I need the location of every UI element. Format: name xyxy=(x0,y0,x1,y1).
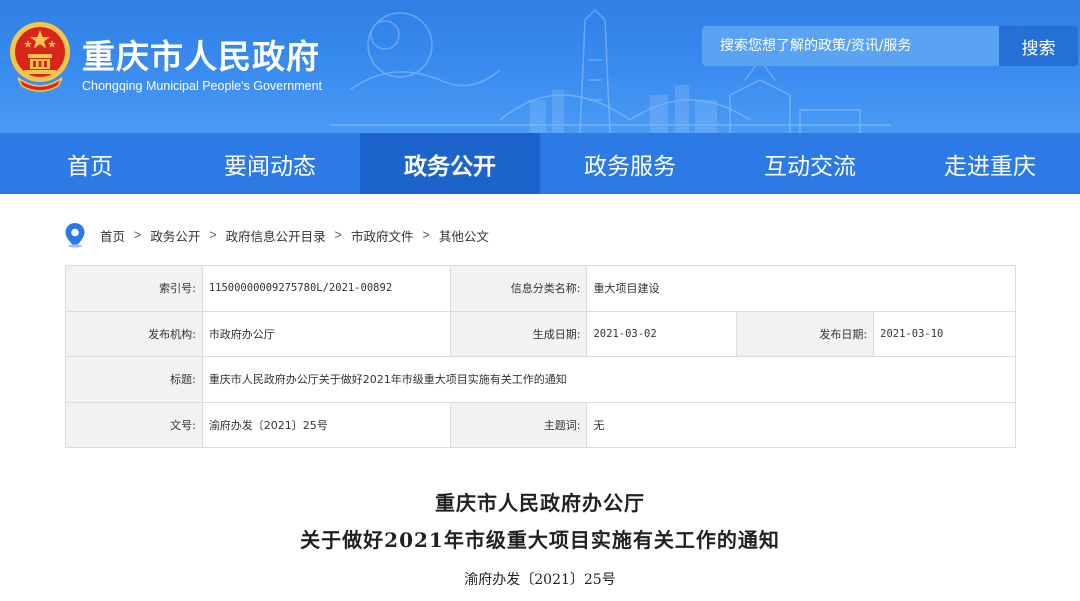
site-title: 重庆市人民政府 xyxy=(82,37,320,76)
document-number-value: 渝府办发〔2021〕25号 xyxy=(201,401,451,449)
table-row: 标题: 重庆市人民政府办公厅关于做好2021年市级重大项目实施有关工作的通知 xyxy=(65,356,1017,403)
breadcrumb-separator: > xyxy=(134,228,142,242)
document-info-table: 索引号: 11500000009275780L/2021-00892 信息分类名… xyxy=(65,265,1017,449)
title-label: 标题: xyxy=(65,356,203,403)
generated-date-value: 2021-03-02 xyxy=(586,310,738,358)
published-date-label: 发布日期: xyxy=(736,310,875,358)
nav-item-government-affairs[interactable]: 政务公开 xyxy=(360,133,540,194)
document-title: 关于做好2021年市级重大项目实施有关工作的通知 xyxy=(300,528,780,552)
document-number: 渝府办发〔2021〕25号 xyxy=(464,572,616,588)
breadcrumb: 首页 > 政务公开 > 政府信息公开目录 > 市政府文件 > 其他公文 xyxy=(64,222,489,248)
generated-date-label: 生成日期: xyxy=(449,310,588,358)
publisher-value: 市政府办公厅 xyxy=(201,310,451,358)
index-label: 索引号: xyxy=(65,265,203,312)
document-issuer: 重庆市人民政府办公厅 xyxy=(435,491,645,515)
category-label: 信息分类名称: xyxy=(449,265,588,312)
breadcrumb-separator: > xyxy=(209,228,217,242)
nav-item-about-chongqing[interactable]: 走进重庆 xyxy=(900,133,1080,194)
breadcrumb-separator: > xyxy=(334,228,342,242)
keyword-value: 无 xyxy=(586,401,1016,449)
national-emblem-icon xyxy=(10,22,70,92)
breadcrumb-other-documents[interactable]: 其他公文 xyxy=(439,226,489,245)
table-row: 索引号: 11500000009275780L/2021-00892 信息分类名… xyxy=(65,265,1016,312)
document-heading: 重庆市人民政府办公厅 关于做好2021年市级重大项目实施有关工作的通知 渝府办发… xyxy=(0,486,1080,596)
main-nav: 首页 要闻动态 政务公开 政务服务 互动交流 走进重庆 xyxy=(0,133,1080,194)
search-button[interactable]: 搜索 xyxy=(999,26,1078,66)
nav-item-services[interactable]: 政务服务 xyxy=(540,133,720,194)
category-value: 重大项目建设 xyxy=(586,265,1016,312)
breadcrumb-info-catalog[interactable]: 政府信息公开目录 xyxy=(226,226,326,245)
index-value: 11500000009275780L/2021-00892 xyxy=(201,265,451,312)
nav-item-interaction[interactable]: 互动交流 xyxy=(720,133,900,194)
nav-item-home[interactable]: 首页 xyxy=(0,133,180,194)
publisher-label: 发布机构: xyxy=(65,310,203,358)
document-number-label: 文号: xyxy=(65,401,203,449)
location-pin-icon xyxy=(65,223,85,248)
nav-item-news[interactable]: 要闻动态 xyxy=(180,133,360,194)
search-input[interactable] xyxy=(702,26,999,66)
table-row: 文号: 渝府办发〔2021〕25号 主题词: 无 xyxy=(65,401,1016,449)
breadcrumb-home[interactable]: 首页 xyxy=(100,226,125,245)
table-row: 发布机构: 市政府办公厅 生成日期: 2021-03-02 发布日期: 2021… xyxy=(65,310,1016,358)
breadcrumb-government-affairs[interactable]: 政务公开 xyxy=(150,226,200,245)
site-header: 重庆市人民政府 Chongqing Municipal People's Gov… xyxy=(0,0,1080,133)
site-subtitle: Chongqing Municipal People's Government xyxy=(82,79,323,93)
published-date-value: 2021-03-10 xyxy=(873,310,1016,358)
city-skyline-illustration xyxy=(330,8,890,133)
breadcrumb-separator: > xyxy=(422,228,430,242)
breadcrumb-municipal-documents[interactable]: 市政府文件 xyxy=(351,226,414,245)
keyword-label: 主题词: xyxy=(449,401,588,449)
title-value: 重庆市人民政府办公厅关于做好2021年市级重大项目实施有关工作的通知 xyxy=(201,356,1017,403)
